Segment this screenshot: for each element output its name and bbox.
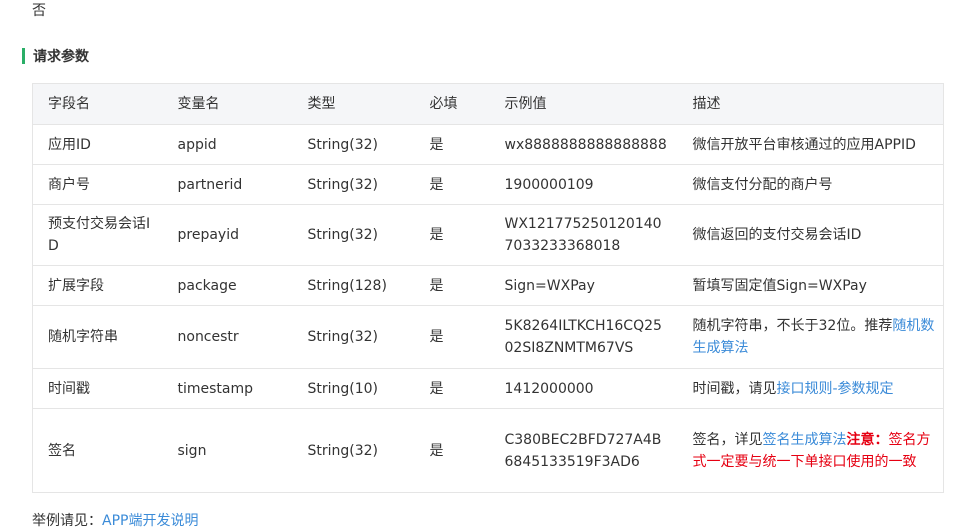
cell-var: prepayid (162, 204, 293, 266)
cell-description: 暂填写固定值Sign=WXPay (677, 265, 944, 306)
heading-accent-bar (22, 48, 25, 64)
cell-field: 商户号 (32, 164, 163, 205)
signature-algorithm-link[interactable]: 签名生成算法 (763, 432, 847, 448)
cell-description: 微信返回的支付交易会话ID (677, 204, 944, 266)
cell-type: String(32) (292, 164, 415, 205)
table-row: 应用ID appid String(32) 是 wx88888888888888… (32, 124, 944, 165)
cell-required: 是 (414, 408, 490, 493)
cell-required: 是 (414, 265, 490, 306)
cell-var: package (162, 265, 293, 306)
cell-example: wx8888888888888888 (489, 124, 678, 165)
cell-var: sign (162, 408, 293, 493)
cell-example: 1412000000 (489, 368, 678, 409)
header-example: 示例值 (489, 83, 678, 125)
cell-type: String(128) (292, 265, 415, 306)
cell-field: 随机字符串 (32, 305, 163, 369)
section-heading-label: 请求参数 (33, 49, 89, 65)
table-row: 预支付交易会话ID prepayid String(32) 是 WX121775… (32, 204, 944, 266)
cell-type: String(32) (292, 408, 415, 493)
header-field-name: 字段名 (32, 83, 163, 125)
cell-description: 微信开放平台审核通过的应用APPID (677, 124, 944, 165)
cell-example: C380BEC2BFD727A4B6845133519F3AD6 (489, 408, 678, 493)
cell-required: 是 (414, 368, 490, 409)
cell-var: noncestr (162, 305, 293, 369)
section-heading: 请求参数 (22, 47, 89, 65)
preceding-value-text: 否 (32, 3, 46, 19)
cell-example: Sign=WXPay (489, 265, 678, 306)
description-text: 时间戳，请见 (692, 380, 777, 397)
table-row: 扩展字段 package String(128) 是 Sign=WXPay 暂填… (32, 265, 944, 306)
header-required: 必填 (414, 83, 490, 125)
cell-required: 是 (414, 164, 490, 205)
header-variable-name: 变量名 (162, 83, 293, 125)
interface-rules-link[interactable]: 接口规则-参数规定 (777, 381, 894, 397)
cell-example: 1900000109 (489, 164, 678, 205)
cell-field: 扩展字段 (32, 265, 163, 306)
cell-field: 预支付交易会话ID (32, 204, 163, 266)
cell-required: 是 (414, 305, 490, 369)
cell-description: 时间戳，请见接口规则-参数规定 (677, 368, 944, 409)
cell-field: 应用ID (32, 124, 163, 165)
table-row: 商户号 partnerid String(32) 是 1900000109 微信… (32, 164, 944, 205)
cell-var: appid (162, 124, 293, 165)
cell-required: 是 (414, 204, 490, 266)
cell-example: WX1217752501201407033233368018 (489, 204, 678, 266)
cell-field: 时间戳 (32, 368, 163, 409)
header-type: 类型 (292, 83, 415, 125)
table-row: 随机字符串 noncestr String(32) 是 5K8264ILTKCH… (32, 305, 944, 369)
table-row: 签名 sign String(32) 是 C380BEC2BFD727A4B68… (32, 408, 944, 493)
header-description: 描述 (677, 83, 944, 125)
description-text: 随机字符串，不长于32位。推荐 (692, 318, 893, 334)
table-row: 时间戳 timestamp String(10) 是 1412000000 时间… (32, 368, 944, 409)
request-params-table: 字段名 变量名 类型 必填 示例值 描述 应用ID appid String(3… (32, 83, 944, 493)
cell-type: String(32) (292, 124, 415, 165)
cell-var: partnerid (162, 164, 293, 205)
cell-description: 随机字符串，不长于32位。推荐随机数生成算法 (677, 305, 944, 369)
table-header-row: 字段名 变量名 类型 必填 示例值 描述 (32, 83, 944, 125)
cell-var: timestamp (162, 368, 293, 409)
description-text: 签名，详见 (692, 431, 763, 448)
cell-example: 5K8264ILTKCH16CQ2502SI8ZNMTM67VS (489, 305, 678, 369)
cell-description: 签名，详见签名生成算法注意：签名方式一定要与统一下单接口使用的一致 (677, 408, 944, 493)
cell-description: 微信支付分配的商户号 (677, 164, 944, 205)
warning-label: 注意： (846, 431, 889, 448)
cell-type: String(32) (292, 305, 415, 369)
example-reference: 举例请见：APP端开发说明 (32, 510, 198, 530)
cell-required: 是 (414, 124, 490, 165)
cell-type: String(32) (292, 204, 415, 266)
cell-field: 签名 (32, 408, 163, 493)
cell-type: String(10) (292, 368, 415, 409)
